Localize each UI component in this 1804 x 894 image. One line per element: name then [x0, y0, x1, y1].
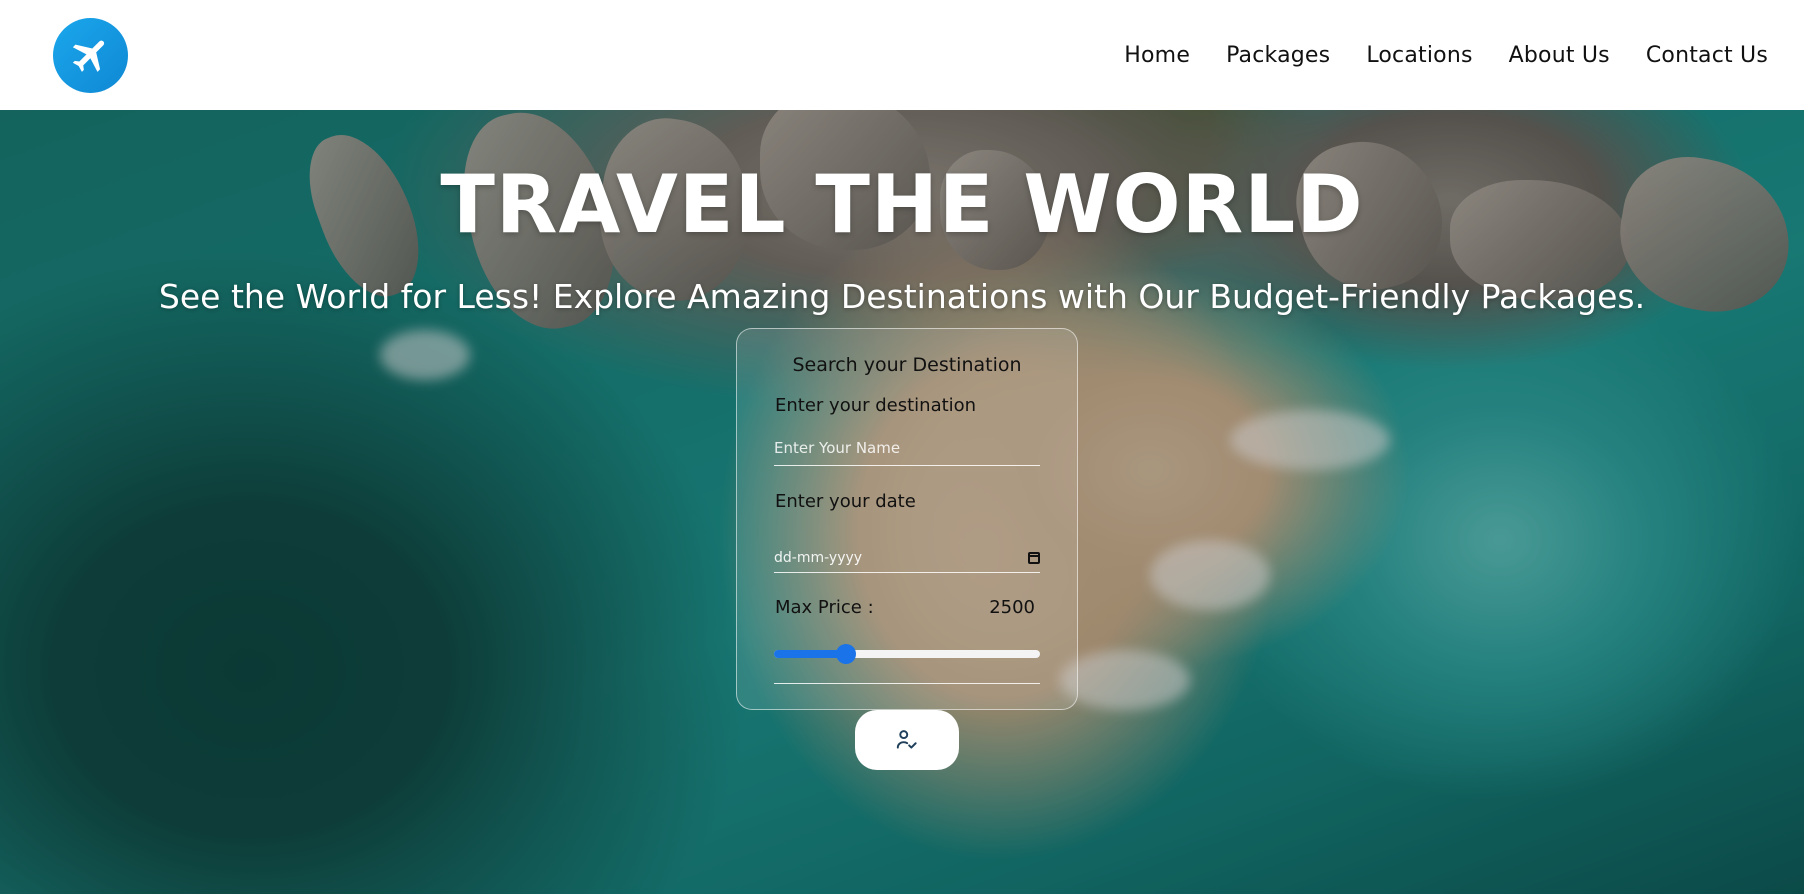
- user-check-icon: [896, 730, 917, 749]
- logo[interactable]: [53, 17, 128, 93]
- date-input[interactable]: dd-mm-yyyy: [774, 543, 1040, 573]
- destination-input[interactable]: [774, 439, 1040, 466]
- search-card-title: Search your Destination: [792, 354, 1022, 376]
- main-nav: Home Packages Locations About Us Contact…: [1124, 43, 1768, 68]
- nav-link-packages[interactable]: Packages: [1226, 43, 1330, 68]
- calendar-icon[interactable]: [1028, 551, 1040, 564]
- nav-link-locations[interactable]: Locations: [1366, 43, 1472, 68]
- hero-subtitle: See the World for Less! Explore Amazing …: [158, 277, 1646, 316]
- date-placeholder: dd-mm-yyyy: [774, 549, 863, 566]
- nav-link-about-us[interactable]: About Us: [1509, 43, 1610, 68]
- site-header: Home Packages Locations About Us Contact…: [0, 0, 1804, 110]
- max-price-label: Max Price :: [775, 597, 874, 618]
- airplane-icon: [72, 40, 104, 72]
- max-price-value: 2500: [989, 597, 1035, 618]
- destination-label: Enter your destination: [775, 395, 977, 416]
- date-label: Enter your date: [775, 491, 916, 512]
- nav-link-contact-us[interactable]: Contact Us: [1646, 43, 1768, 68]
- hero-title: TRAVEL THE WORLD: [440, 158, 1364, 251]
- divider: [774, 683, 1040, 684]
- nav-link-home[interactable]: Home: [1124, 43, 1190, 68]
- slider-thumb[interactable]: [835, 644, 856, 664]
- search-submit-button[interactable]: [855, 710, 959, 770]
- max-price-slider[interactable]: [774, 644, 1040, 664]
- search-card: Search your Destination Enter your desti…: [736, 328, 1078, 710]
